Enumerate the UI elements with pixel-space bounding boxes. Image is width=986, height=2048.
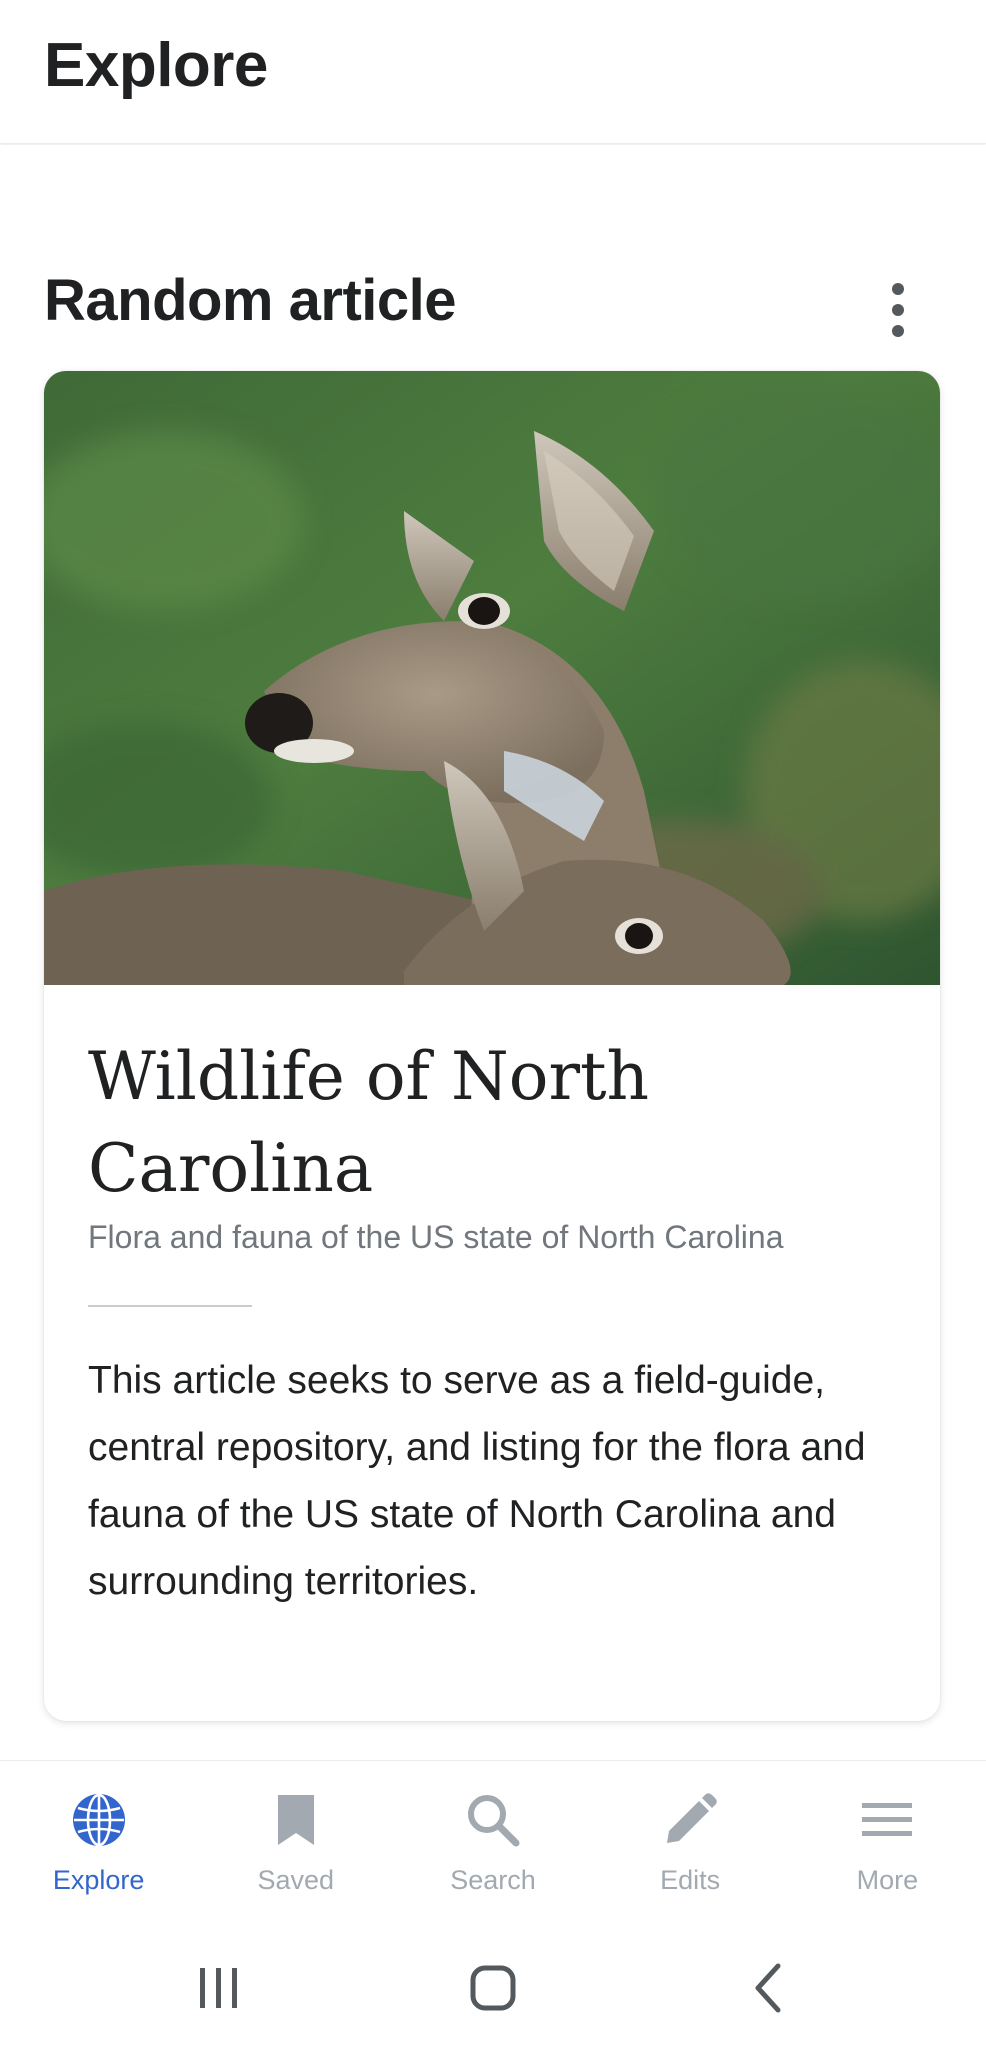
nav-edits[interactable]: Edits — [592, 1761, 789, 1928]
recent-apps-icon[interactable] — [178, 1948, 258, 2028]
search-icon — [467, 1795, 520, 1847]
explore-feed[interactable]: Random article Wildlife of North Carolin… — [0, 145, 986, 1760]
menu-icon — [862, 1803, 913, 1836]
nav-label-explore: Explore — [52, 1865, 145, 1895]
article-image[interactable] — [44, 371, 940, 985]
page-title: Explore — [44, 31, 268, 100]
bottom-navigation: Explore Saved Search Edits More — [0, 1760, 986, 1928]
card-header-title: Random article — [44, 268, 457, 333]
back-icon[interactable] — [730, 1948, 810, 2028]
system-navigation-bar — [0, 1928, 986, 2048]
more-vertical-icon — [892, 283, 904, 295]
app-bar: Explore — [0, 0, 986, 144]
pencil-icon — [667, 1793, 717, 1843]
nav-label-more: More — [856, 1865, 919, 1895]
article-extract: This article seeks to serve as a field-g… — [88, 1359, 866, 1603]
nav-search[interactable]: Search — [394, 1761, 591, 1928]
globe-icon — [72, 1793, 125, 1847]
article-title[interactable]: Wildlife of North Carolina — [88, 1031, 908, 1215]
nav-label-search: Search — [450, 1865, 536, 1895]
nav-more[interactable]: More — [789, 1761, 986, 1928]
article-description: Flora and fauna of the US state of North… — [88, 1219, 784, 1255]
random-article-card[interactable]: Wildlife of North Carolina Flora and fau… — [44, 371, 940, 1721]
divider — [88, 1305, 252, 1307]
home-icon[interactable] — [453, 1948, 533, 2028]
nav-label-saved: Saved — [257, 1865, 335, 1895]
nav-saved[interactable]: Saved — [197, 1761, 394, 1928]
bookmark-icon — [277, 1795, 314, 1845]
nav-label-edits: Edits — [660, 1865, 721, 1895]
card-overflow-button[interactable] — [868, 275, 928, 345]
nav-explore[interactable]: Explore — [0, 1761, 197, 1928]
